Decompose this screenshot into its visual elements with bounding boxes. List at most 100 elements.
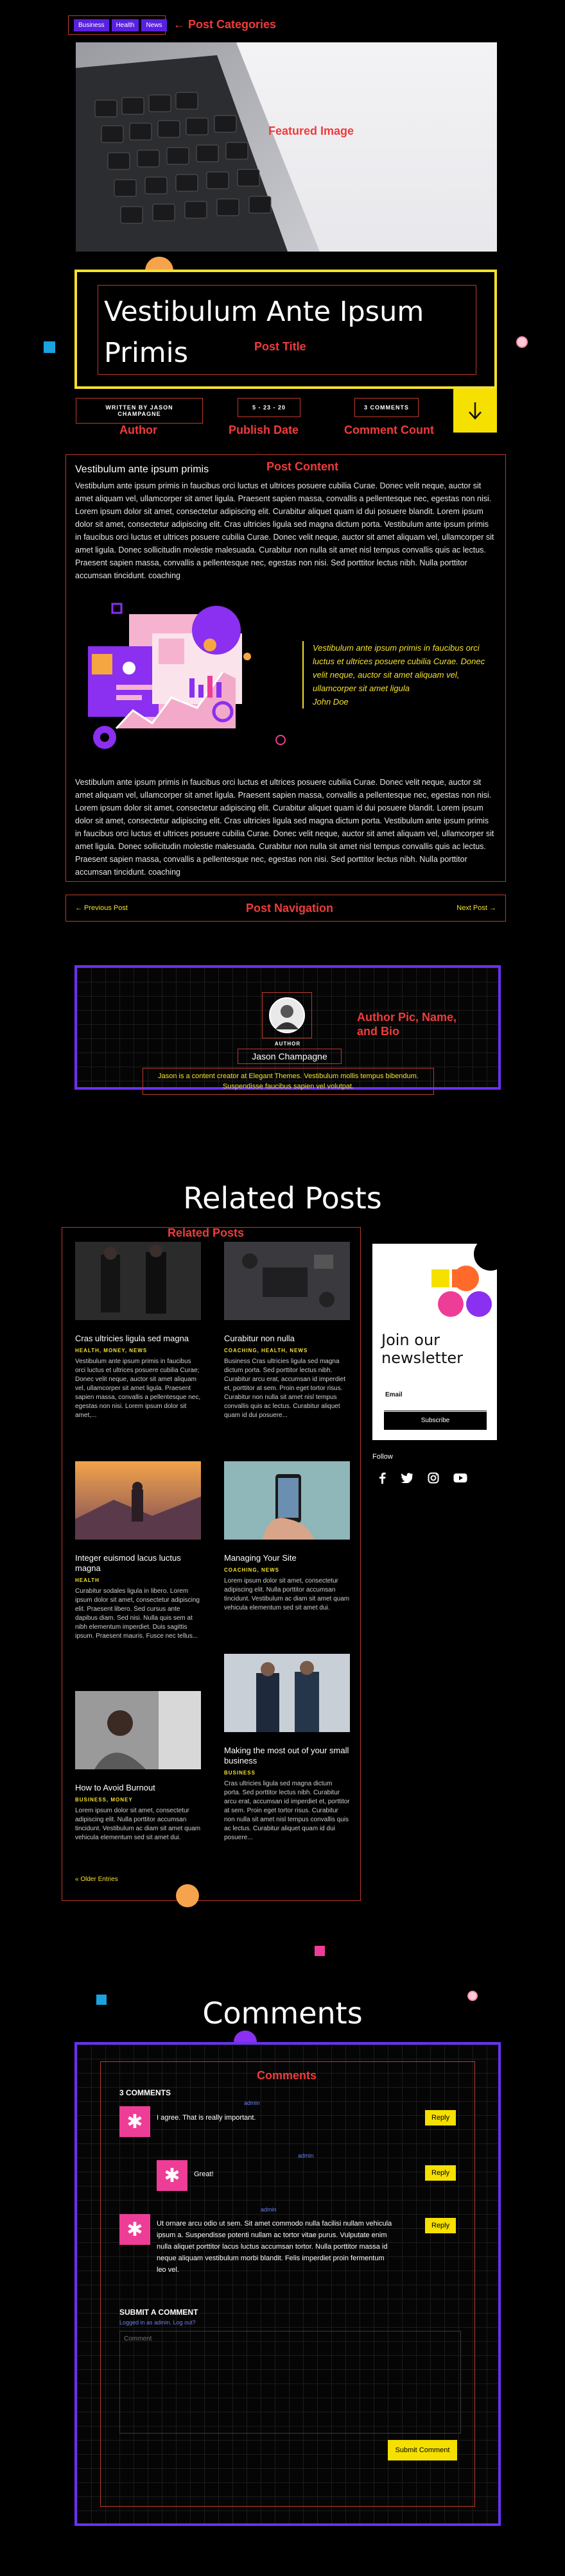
post-content: Post Content Vestibulum ante ipsum primi…	[65, 454, 506, 882]
related-post-tags: COACHING, NEWS	[224, 1567, 279, 1573]
facebook-icon[interactable]	[378, 1472, 387, 1484]
arrow-down-icon	[469, 402, 482, 420]
post-thumbnail	[224, 1461, 350, 1540]
next-post-link[interactable]: Next Post →	[456, 904, 496, 912]
youtube-icon[interactable]	[453, 1473, 467, 1483]
laptop-illustration	[76, 42, 320, 252]
related-post-card[interactable]: Integer euismod lacus luctus magna HEALT…	[75, 1461, 201, 1641]
related-post-tags: HEALTH, MONEY, NEWS	[75, 1348, 148, 1353]
annotation-post-navigation: Post Navigation	[246, 902, 334, 914]
post-thumbnail	[224, 1242, 350, 1320]
reply-button[interactable]: Reply	[425, 2218, 456, 2233]
related-post-title[interactable]: How to Avoid Burnout	[75, 1783, 201, 1793]
related-post-card[interactable]: Curabitur non nulla COACHING, HEALTH, NE…	[224, 1242, 350, 1420]
post-title-box: Vestibulum Ante Ipsum Primis Post Title	[74, 270, 497, 389]
meta-date: 5 - 23 - 20	[238, 398, 300, 417]
comment-author[interactable]: admin	[261, 2206, 277, 2213]
related-posts-heading: Related Posts	[183, 1181, 382, 1215]
related-post-excerpt: Lorem ipsum dolor sit amet, consectetur …	[224, 1577, 350, 1611]
analytics-illustration	[88, 603, 286, 749]
comments-section: Comments 3 COMMENTS admin ✱ I agree. Tha…	[74, 2042, 501, 2526]
comment-text: Ut ornare arcu odio ut sem. Sit amet com…	[157, 2220, 392, 2274]
related-post-title[interactable]: Cras ultricies ligula sed magna	[75, 1334, 201, 1344]
content-blockquote: Vestibulum ante ipsum primis in faucibus…	[302, 641, 499, 708]
related-post-excerpt: Cras ultricies ligula sed magna dictum p…	[224, 1780, 350, 1841]
post-thumbnail	[75, 1242, 201, 1320]
related-post-card[interactable]: Making the most out of your small busine…	[224, 1654, 350, 1842]
annotation-author-bio: Author Pic, Name, and Bio	[357, 1011, 457, 1038]
post-navigation: ← Previous Post Post Navigation Next Pos…	[65, 895, 506, 922]
submit-comment-heading: SUBMIT A COMMENT	[119, 2308, 198, 2317]
related-post-card[interactable]: Cras ultricies ligula sed magna HEALTH, …	[75, 1242, 201, 1420]
content-paragraph-1: Vestibulum ante ipsum primis in faucibus…	[75, 481, 494, 580]
quote-author: John Doe	[313, 697, 349, 707]
annotation-related-posts: Related Posts	[168, 1226, 245, 1239]
content-paragraph-2: Vestibulum ante ipsum primis in faucibus…	[75, 778, 494, 877]
social-icons	[378, 1472, 467, 1484]
newsletter-widget: Join our newsletter Email Subscribe	[372, 1244, 497, 1440]
comment-author[interactable]: admin	[298, 2152, 314, 2159]
post-thumbnail	[75, 1461, 201, 1540]
related-post-tags: BUSINESS, MONEY	[75, 1797, 133, 1803]
author-name[interactable]: Jason Champagne	[238, 1049, 342, 1064]
subscribe-button[interactable]: Subscribe	[384, 1412, 487, 1430]
previous-post-link[interactable]: ← Previous Post	[75, 904, 128, 912]
content-heading: Vestibulum ante ipsum primis	[75, 464, 209, 475]
category-news[interactable]: News	[141, 19, 167, 31]
older-entries-link[interactable]: « Older Entries	[75, 1876, 118, 1883]
post-thumbnail	[224, 1654, 350, 1732]
twitter-icon[interactable]	[401, 1473, 413, 1483]
related-post-tags: COACHING, HEALTH, NEWS	[224, 1348, 308, 1353]
related-post-card[interactable]: How to Avoid Burnout BUSINESS, MONEY Lor…	[75, 1691, 201, 1842]
comment-text: Great!	[194, 2170, 214, 2178]
related-post-card[interactable]: Managing Your Site COACHING, NEWS Lorem …	[224, 1461, 350, 1613]
annotation-featured-image: Featured Image	[268, 125, 354, 137]
annotation-post-categories: ← Post Categories	[173, 18, 277, 31]
comment-author[interactable]: admin	[244, 2100, 260, 2106]
related-post-title[interactable]: Curabitur non nulla	[224, 1334, 350, 1344]
comment-avatar: ✱	[157, 2160, 187, 2191]
related-post-tags: BUSINESS	[224, 1770, 256, 1776]
meta-comment-count[interactable]: 3 COMMENTS	[354, 398, 419, 417]
related-post-title[interactable]: Managing Your Site	[224, 1553, 350, 1563]
comment-avatar: ✱	[119, 2106, 150, 2137]
email-field[interactable]	[384, 1402, 487, 1411]
annotation-author: Author	[119, 424, 157, 436]
category-health[interactable]: Health	[111, 19, 139, 31]
asterisk-icon: ✱	[126, 2111, 143, 2133]
annotation-post-title: Post Title	[254, 340, 306, 353]
scroll-down-button[interactable]	[453, 389, 497, 433]
deco-square-blue	[44, 341, 55, 353]
newsletter-graphic	[431, 1244, 497, 1317]
comment-avatar: ✱	[119, 2214, 150, 2245]
related-post-title[interactable]: Making the most out of your small busine…	[224, 1746, 350, 1766]
deco-circle-orange	[145, 257, 173, 271]
related-post-tags: HEALTH	[75, 1577, 100, 1583]
deco-circle-pink	[516, 336, 528, 348]
related-post-excerpt: Vestibulum ante ipsum primis in faucibus…	[75, 1358, 201, 1419]
comment-textarea[interactable]	[119, 2331, 461, 2434]
deco-circle-peach	[176, 1884, 199, 1907]
annotation-post-content: Post Content	[266, 460, 338, 473]
related-posts-grid: Related Posts Cras ultricies ligula sed …	[62, 1226, 361, 1901]
asterisk-icon: ✱	[164, 2165, 180, 2186]
annotation-publish-date: Publish Date	[229, 424, 299, 436]
annotation-comments: Comments	[257, 2069, 317, 2082]
author-photo	[269, 997, 305, 1033]
author-avatar	[262, 992, 312, 1038]
related-post-title[interactable]: Integer euismod lacus luctus magna	[75, 1553, 201, 1574]
meta-author[interactable]: WRITTEN BY JASON CHAMPAGNE	[76, 398, 203, 424]
follow-label: Follow	[372, 1453, 393, 1461]
related-post-excerpt: Lorem ipsum dolor sit amet, consectetur …	[75, 1807, 201, 1841]
category-business[interactable]: Business	[74, 19, 109, 31]
post-title: Vestibulum Ante Ipsum Primis	[104, 296, 424, 369]
email-label: Email	[385, 1391, 403, 1398]
instagram-icon[interactable]	[428, 1472, 439, 1484]
reply-button[interactable]: Reply	[425, 2110, 456, 2125]
author-label: AUTHOR	[274, 1041, 301, 1047]
reply-button[interactable]: Reply	[425, 2165, 456, 2181]
logged-in-notice[interactable]: Logged in as admin. Log out?	[119, 2319, 196, 2326]
featured-image: Featured Image	[76, 42, 497, 252]
submit-comment-button[interactable]: Submit Comment	[388, 2440, 457, 2460]
post-categories: Business Health News	[68, 15, 167, 35]
